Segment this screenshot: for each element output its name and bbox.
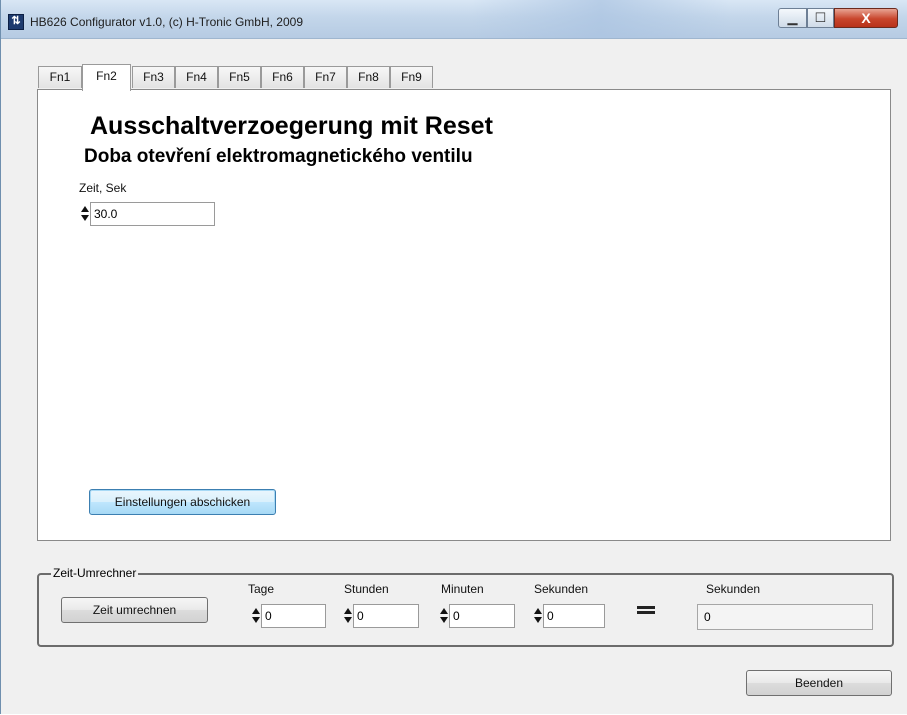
spinner-arrows-icon[interactable]	[80, 202, 90, 226]
app-icon[interactable]: ⇅	[8, 14, 24, 30]
app-window: ⇅ HB626 Configurator v1.0, (c) H-Tronic …	[0, 0, 907, 714]
tab-fn8[interactable]: Fn8	[347, 66, 390, 88]
minimize-icon: ▁	[787, 10, 798, 25]
tab-fn7[interactable]: Fn7	[304, 66, 347, 88]
days-input[interactable]: 0	[261, 604, 326, 628]
hours-label: Stunden	[344, 582, 389, 596]
tab-fn4[interactable]: Fn4	[175, 66, 218, 88]
hours-spinner[interactable]: 0	[343, 604, 419, 628]
seconds-spinner[interactable]: 0	[533, 604, 605, 628]
close-icon: X	[861, 10, 871, 26]
spinner-arrows-icon[interactable]	[343, 604, 353, 628]
result-label: Sekunden	[706, 582, 761, 596]
time-spinner[interactable]: 30.0	[80, 202, 215, 226]
seconds-input[interactable]: 0	[543, 604, 605, 628]
function-subheading: Doba otevření elektromagnetického ventil…	[84, 146, 473, 167]
minutes-input[interactable]: 0	[449, 604, 515, 628]
tab-fn2[interactable]: Fn2	[82, 64, 131, 91]
minutes-spinner[interactable]: 0	[439, 604, 515, 628]
close-button[interactable]: X	[834, 8, 898, 28]
function-heading: Ausschaltverzoegerung mit Reset	[90, 112, 493, 140]
spinner-arrows-icon[interactable]	[251, 604, 261, 628]
title-bar-glass	[471, 0, 731, 38]
tab-fn6[interactable]: Fn6	[261, 66, 304, 88]
submit-settings-button[interactable]: Einstellungen abschicken	[89, 489, 276, 515]
hours-input[interactable]: 0	[353, 604, 419, 628]
time-converter-title: Zeit-Umrechner	[51, 566, 139, 580]
window-title: HB626 Configurator v1.0, (c) H-Tronic Gm…	[30, 15, 303, 29]
tab-fn9[interactable]: Fn9	[390, 66, 433, 88]
equals-icon	[637, 606, 655, 614]
tab-panel-fn2: Ausschaltverzoegerung mit Reset Doba ote…	[37, 89, 891, 541]
maximize-button[interactable]: ☐	[807, 8, 834, 28]
result-seconds-field: 0	[697, 604, 873, 630]
time-input[interactable]: 30.0	[90, 202, 215, 226]
title-bar[interactable]: ⇅ HB626 Configurator v1.0, (c) H-Tronic …	[1, 0, 907, 39]
days-spinner[interactable]: 0	[251, 604, 326, 628]
maximize-icon: ☐	[814, 10, 827, 25]
seconds-label: Sekunden	[534, 582, 589, 596]
spinner-arrows-icon[interactable]	[533, 604, 543, 628]
minutes-label: Minuten	[441, 582, 484, 596]
tab-fn5[interactable]: Fn5	[218, 66, 261, 88]
minimize-button[interactable]: ▁	[778, 8, 807, 28]
convert-time-button[interactable]: Zeit umrechnen	[61, 597, 208, 623]
time-label: Zeit, Sek	[79, 181, 127, 195]
tab-fn3[interactable]: Fn3	[132, 66, 175, 88]
exit-button[interactable]: Beenden	[746, 670, 892, 696]
spinner-arrows-icon[interactable]	[439, 604, 449, 628]
days-label: Tage	[248, 582, 275, 596]
tab-fn1[interactable]: Fn1	[38, 66, 82, 88]
